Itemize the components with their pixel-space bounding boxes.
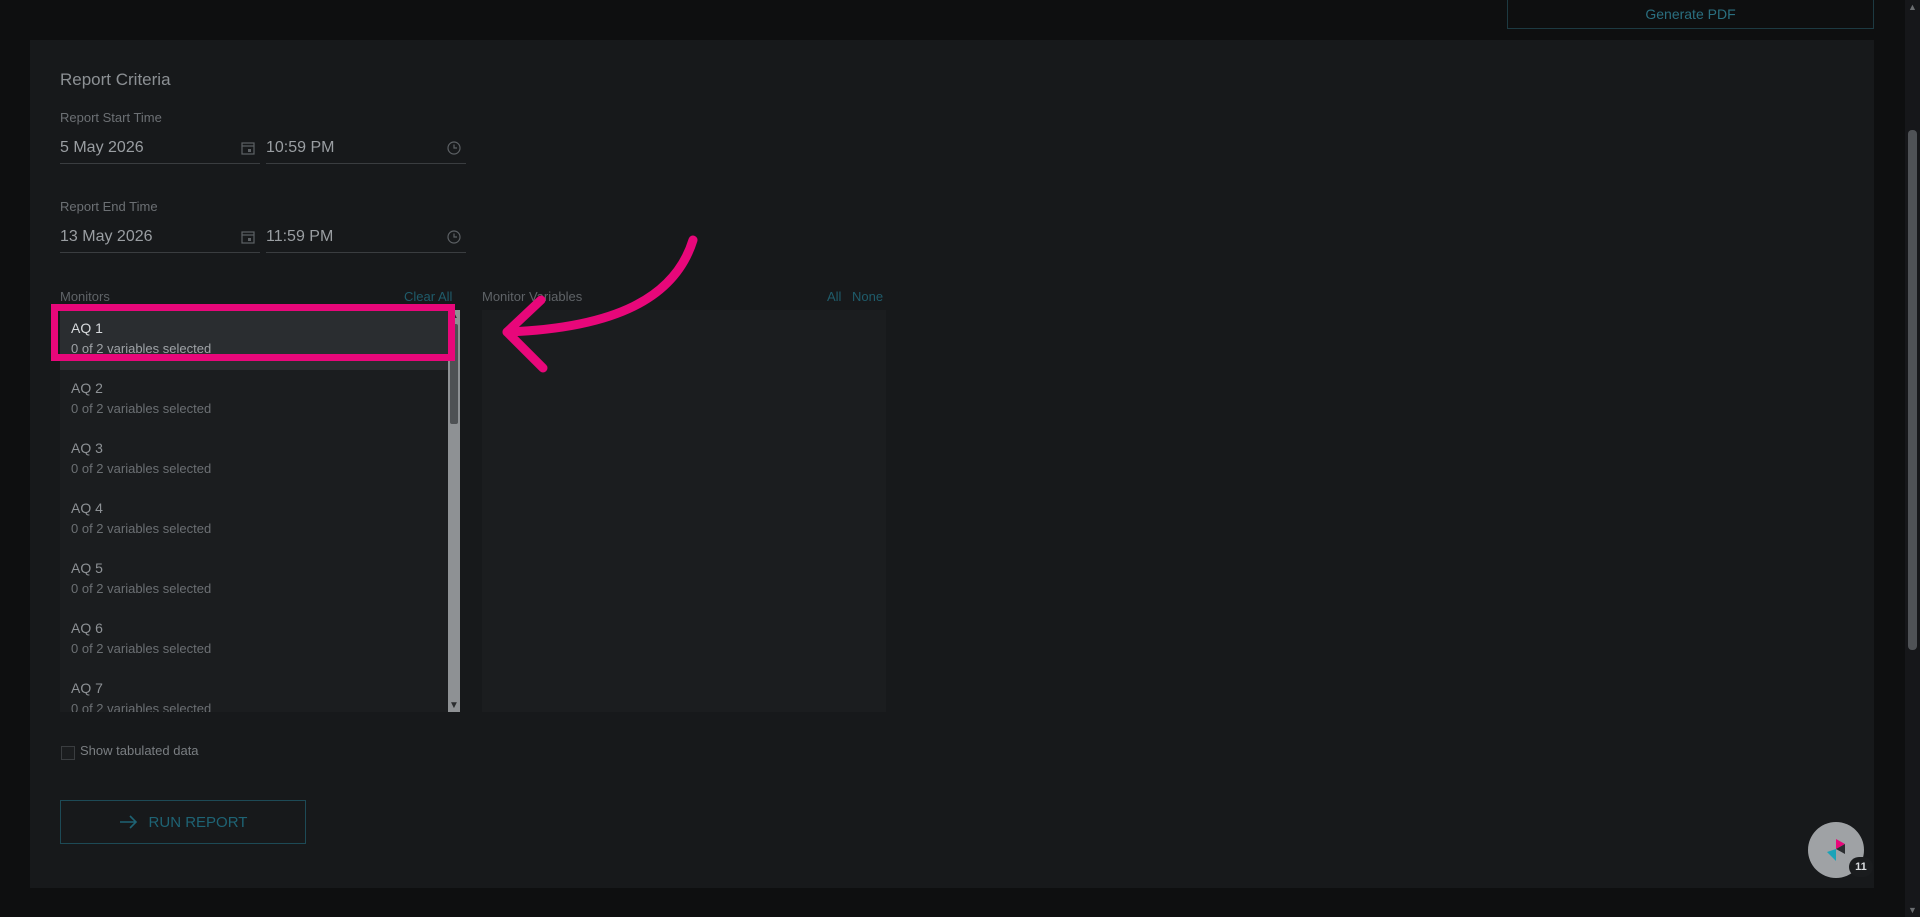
arrow-right-icon [119,815,137,829]
panel-title: Report Criteria [60,70,171,89]
scroll-up-icon[interactable]: ▲ [1905,0,1920,14]
report-criteria-panel: Report Criteria Report Start Time 5 May … [30,40,1874,888]
end-time-value: 11:59 PM [266,227,334,245]
monitor-variables-count: 0 of 2 variables selected [71,401,212,416]
start-time-field[interactable]: 10:59 PM [266,132,466,164]
all-link[interactable]: All [827,289,841,304]
monitor-name: AQ 5 [71,560,103,576]
chat-notification-badge: 11 [1849,857,1873,877]
calendar-icon[interactable] [240,140,256,156]
monitor-item-aq-6[interactable]: AQ 6 0 of 2 variables selected [60,610,460,670]
monitor-name: AQ 6 [71,620,103,636]
none-link[interactable]: None [852,289,883,304]
monitor-name: AQ 2 [71,380,103,396]
monitor-variables-count: 0 of 2 variables selected [71,701,212,712]
monitor-variables-count: 0 of 2 variables selected [71,641,212,656]
end-date-field[interactable]: 13 May 2026 [60,221,260,253]
end-time-field[interactable]: 11:59 PM [266,221,466,253]
clock-icon[interactable] [446,140,462,156]
show-tabulated-label: Show tabulated data [80,743,199,758]
monitor-item-aq-7[interactable]: AQ 7 0 of 2 variables selected [60,670,460,712]
monitor-item-aq-5[interactable]: AQ 5 0 of 2 variables selected [60,550,460,610]
monitor-variables-count: 0 of 2 variables selected [71,521,212,536]
highlight-box [51,304,455,361]
monitor-name: AQ 3 [71,440,103,456]
monitor-variables-count: 0 of 2 variables selected [71,581,212,596]
generate-pdf-button[interactable]: Generate PDF [1507,0,1874,29]
monitor-variables-count: 0 of 2 variables selected [71,461,212,476]
monitor-name: AQ 7 [71,680,103,696]
monitors-list: AQ 1 0 of 2 variables selected AQ 2 0 of… [60,310,460,712]
end-time-label: Report End Time [60,199,158,214]
end-date-value: 13 May 2026 [60,227,153,245]
start-time-label: Report Start Time [60,110,162,125]
top-bar: Generate PDF [0,0,1905,40]
calendar-icon[interactable] [240,229,256,245]
run-report-label: RUN REPORT [148,813,248,831]
monitor-name: AQ 4 [71,500,103,516]
monitor-item-aq-4[interactable]: AQ 4 0 of 2 variables selected [60,490,460,550]
start-time-value: 10:59 PM [266,138,335,156]
monitors-label: Monitors [60,289,110,304]
page-scroll-thumb[interactable] [1908,130,1917,650]
pointer-arrow-icon [502,235,698,373]
clock-icon[interactable] [446,229,462,245]
page-scrollbar[interactable]: ▲ ▼ [1905,0,1920,917]
clear-all-link[interactable]: Clear All [404,289,452,304]
scroll-down-icon[interactable]: ▼ [448,700,460,712]
chat-logo-icon [1827,839,1845,861]
monitors-scrollbar[interactable]: ▲ ▼ [448,310,460,712]
scroll-down-icon[interactable]: ▼ [1905,903,1920,917]
start-date-value: 5 May 2026 [60,138,144,156]
monitor-item-aq-3[interactable]: AQ 3 0 of 2 variables selected [60,430,460,490]
start-date-field[interactable]: 5 May 2026 [60,132,260,164]
monitor-item-aq-2[interactable]: AQ 2 0 of 2 variables selected [60,370,460,430]
show-tabulated-checkbox[interactable] [61,746,75,760]
run-report-button[interactable]: RUN REPORT [60,800,306,844]
